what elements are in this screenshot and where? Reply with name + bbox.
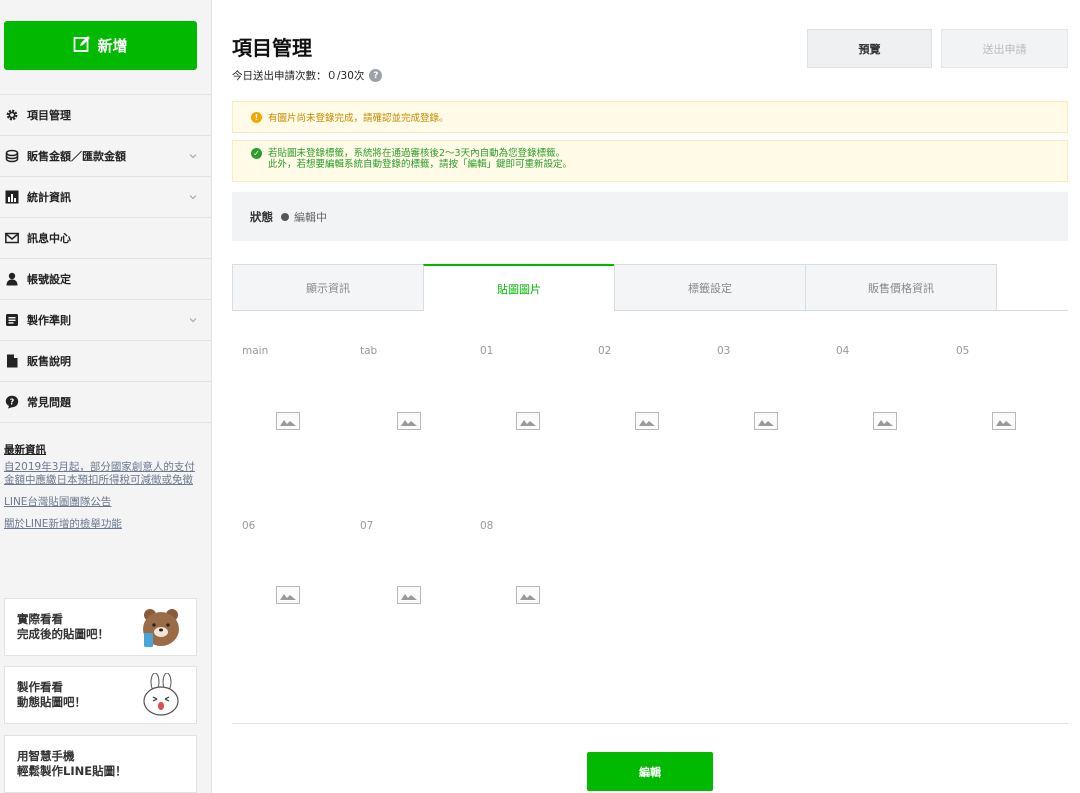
image-placeholder-icon[interactable] [873,412,897,430]
slot-label: 02 [598,345,612,357]
image-placeholder-icon[interactable] [397,586,421,604]
status-value: 編輯中 [294,210,327,224]
new-item-label: 新增 [97,37,128,55]
promo-line: 用智慧手機 [17,749,75,763]
status-box: 狀態 編輯中 [232,192,1068,241]
image-placeholder-icon[interactable] [992,412,1016,430]
image-placeholder-icon[interactable] [635,412,659,430]
slot-label: 04 [836,345,850,357]
new-item-button[interactable]: 新增 [4,21,197,70]
svg-text:?: ? [10,398,15,407]
slot-label: 08 [480,520,494,532]
main-content: 項目管理 今日送出申請次數：０/30次 ? 預覽 送出申請 ! 有圖片尚未登錄完… [212,0,1080,793]
sidebar-item-statistics[interactable]: 統計資訊 [0,177,212,218]
sidebar-item-project-management[interactable]: 項目管理 [0,95,212,136]
tab-display-info[interactable]: 顯示資訊 [232,264,424,310]
tab-pricing-info[interactable]: 販售價格資訊 [805,264,997,310]
sidebar-item-account-settings[interactable]: 帳號設定 [0,259,212,300]
sidebar-item-label: 統計資訊 [27,191,71,204]
tab-bar: 顯示資訊 貼圖圖片 標籤設定 販售價格資訊 [232,264,1068,311]
preview-button[interactable]: 預覽 [807,29,932,68]
submission-quota: 今日送出申請次數：０/30次 ? [232,68,383,83]
person-icon [5,272,19,286]
sidebar-item-label: 項目管理 [27,109,71,122]
sidebar-item-faq[interactable]: ? 常見問題 [0,382,212,423]
promo-card-preview[interactable]: 實際看看 完成後的貼圖吧！ [4,598,197,656]
slot-label: 06 [242,520,256,532]
slot-label: main [242,345,269,357]
gear-icon [5,108,19,122]
image-placeholder-icon[interactable] [516,412,540,430]
image-placeholder-icon[interactable] [276,586,300,604]
sidebar-item-label: 販售金額／匯款金額 [27,150,126,163]
mail-icon [5,231,19,245]
question-bubble-icon: ? [5,395,19,409]
promo-card-animated[interactable]: 製作看看 動態貼圖吧！ [4,666,197,724]
divider [232,723,1068,724]
warning-text: 有圖片尚未登錄完成，請確認並完成登錄。 [268,113,449,124]
chevron-down-icon [189,318,197,323]
news-link[interactable]: 關於LINE新增的檢舉功能 [4,518,199,531]
tab-sticker-images[interactable]: 貼圖圖片 [423,264,615,311]
news-title[interactable]: 最新資訊 [4,444,199,457]
news-section: 最新資訊 自2019年3月起，部分國家創意人的支付金額中應繳日本預扣所得稅可減徵… [4,444,199,540]
check-circle-icon: ✓ [251,148,262,159]
sidebar-item-label: 訊息中心 [27,232,71,245]
info-text-line1: 若貼圖未登錄標籤，系統將在通過審核後2～3天內自動為您登錄標籤。 [268,148,566,159]
submit-request-button[interactable]: 送出申請 [941,29,1068,68]
chevron-down-icon [189,195,197,200]
edit-icon [73,35,91,57]
coins-icon [5,149,19,163]
tab-tag-settings[interactable]: 標籤設定 [614,264,806,310]
quota-text: 今日送出申請次數：０/30次 [232,70,365,82]
slot-label: 05 [956,345,970,357]
image-placeholder-icon[interactable] [397,412,421,430]
sidebar-item-label: 常見問題 [27,396,71,409]
sidebar-item-sales-info[interactable]: 販售說明 [0,341,212,382]
status-dot-icon [281,212,289,221]
sidebar-item-label: 販售說明 [27,355,71,368]
bar-chart-icon [5,190,19,204]
brown-bear-illustration [143,609,179,647]
exclamation-icon: ! [251,111,262,123]
image-placeholder-icon[interactable] [516,586,540,604]
warning-alert: ! 有圖片尚未登錄完成，請確認並完成登錄。 [232,101,1068,133]
promo-card-smartphone[interactable]: 用智慧手機 輕鬆製作LINE貼圖！ [4,735,197,793]
image-placeholder-icon[interactable] [276,412,300,430]
slot-label: 07 [360,520,374,532]
edit-button[interactable]: 編輯 [587,752,713,791]
cony-rabbit-illustration [143,673,179,716]
sidebar-nav: 項目管理 販售金額／匯款金額 統計資訊 訊息中心 帳號設定 製作準則 販售說明 … [0,94,212,423]
sidebar-item-sales-amount[interactable]: 販售金額／匯款金額 [0,136,212,177]
slot-label: 03 [717,345,731,357]
sidebar-item-label: 帳號設定 [27,273,71,286]
sidebar: 新增 項目管理 販售金額／匯款金額 統計資訊 訊息中心 帳號設定 製作準則 販售… [0,0,212,793]
promo-line: 輕鬆製作LINE貼圖！ [17,764,127,778]
sidebar-item-guidelines[interactable]: 製作準則 [0,300,212,341]
help-icon[interactable]: ? [369,69,383,82]
sidebar-item-label: 製作準則 [27,314,71,327]
document-icon [5,313,19,327]
news-link[interactable]: LINE台灣貼圖團隊公告 [4,496,199,509]
file-icon [5,354,19,368]
news-link[interactable]: 自2019年3月起，部分國家創意人的支付金額中應繳日本預扣所得稅可減徵或免徵 [4,461,199,487]
status-label: 狀態 [250,209,273,224]
slot-label: tab [360,345,378,357]
chevron-down-icon [189,154,197,159]
page-title: 項目管理 [232,36,312,60]
slot-label: 01 [480,345,494,357]
info-text-line2: 此外，若想要編輯系統自動登錄的標籤，請按「編輯」鍵即可重新設定。 [268,159,573,170]
sidebar-item-message-center[interactable]: 訊息中心 [0,218,212,259]
info-alert: ✓ 若貼圖未登錄標籤，系統將在通過審核後2～3天內自動為您登錄標籤。 此外，若想… [232,140,1068,182]
image-placeholder-icon[interactable] [754,412,778,430]
